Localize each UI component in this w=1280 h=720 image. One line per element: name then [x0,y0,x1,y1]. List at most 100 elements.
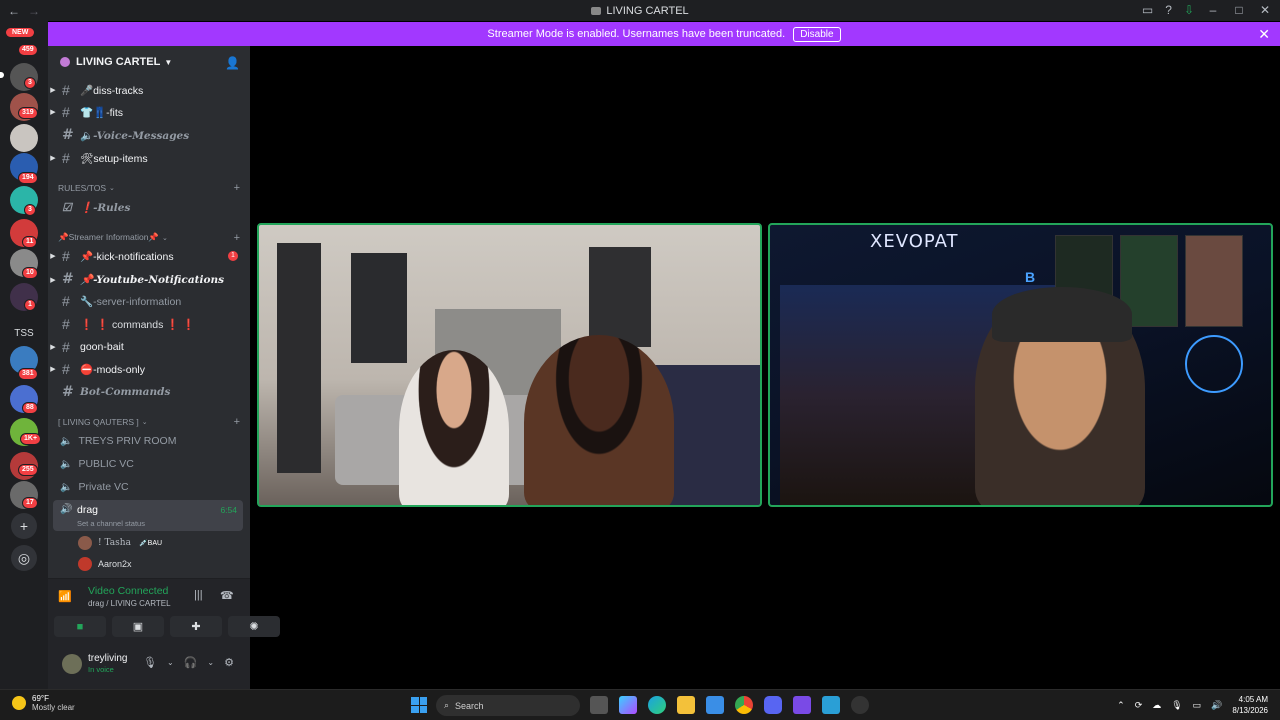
noise-suppression-icon[interactable]: ||| [194,589,203,601]
channel-item[interactable]: ▶ # goon-bait [48,337,250,357]
voice-channel[interactable]: 🔈 TREYS PRIV ROOM [60,435,176,447]
help-icon[interactable]: ? [1165,3,1172,17]
taskbar-search[interactable]: ⌕ Search [436,695,580,716]
disable-streamer-mode-button[interactable]: Disable [793,26,841,42]
channel-item[interactable]: ▶ # 👕👖-fits [48,102,250,122]
channel-item[interactable]: # ❗ ❗ commands ❗ ❗ [48,314,250,334]
photos-icon[interactable] [822,696,840,714]
category-living-quarters[interactable]: [ LIVING QAUTERS ] ⌄ + [58,416,240,428]
minimize-icon[interactable]: – [1206,3,1220,17]
channel-item[interactable]: ▶ # 📌-kick-notifications 1 [48,246,250,266]
sync-icon[interactable]: ⟳ [1135,700,1143,711]
obs-icon[interactable] [851,696,869,714]
download-icon[interactable]: ⇩ [1184,3,1194,17]
add-server-icon[interactable]: + [11,513,37,539]
server-icon[interactable] [10,124,38,152]
windows-start-icon[interactable] [411,697,427,713]
channel-name: Bot-Commands [80,386,171,398]
task-view-icon[interactable] [590,696,608,714]
copilot-icon[interactable] [619,696,637,714]
file-explorer-icon[interactable] [677,696,695,714]
app-grid-icon[interactable] [793,696,811,714]
disconnect-icon[interactable]: ☎ [220,589,234,602]
hash-icon: # [62,82,70,98]
channel-name: 📌-kick-notifications [80,250,174,263]
voice-status-subtitle[interactable]: drag / LIVING CARTEL [88,599,171,608]
voice-channel[interactable]: 🔈 PUBLIC VC [60,458,134,470]
channel-item[interactable]: ▶ # 🎤diss-tracks [48,80,250,100]
close-window-icon[interactable]: ✕ [1258,3,1272,17]
screen-share-button[interactable]: ▣ [112,616,164,637]
edge-icon[interactable] [648,696,666,714]
channel-item[interactable]: # 🔧-server-information [48,291,250,311]
video-tile[interactable] [257,223,762,507]
chevron-down-icon[interactable]: ⌄ [207,656,214,669]
network-icon[interactable]: ▭ [1193,700,1202,711]
banner-text: Streamer Mode is enabled. Usernames have… [487,28,786,40]
caret-icon: ▶ [50,366,56,373]
headphones-icon[interactable]: 🎧 [184,656,198,669]
channel-item[interactable]: ▶ # 📌-Youtube-Notifications [48,269,250,289]
unread-badge: 10 [22,267,38,279]
add-channel-icon[interactable]: + [234,416,240,428]
video-scene-window [589,247,651,347]
add-channel-icon[interactable]: + [234,232,240,244]
soundboard-button[interactable]: ✺ [228,616,280,637]
server-name: LIVING CARTEL [76,56,161,68]
add-channel-icon[interactable]: + [234,182,240,194]
activities-button[interactable]: ✚ [170,616,222,637]
gear-icon[interactable]: ⚙ [224,656,234,669]
clock-date: 8/13/2026 [1232,706,1268,715]
category-streamer-information[interactable]: 📌Streamer Information📌 ⌄ + [58,232,240,244]
video-scene-window [351,253,407,363]
microphone-icon[interactable]: 🎙 [1171,700,1182,711]
discord-icon[interactable] [764,696,782,714]
discover-icon[interactable]: ◎ [11,545,37,571]
forward-arrow-icon[interactable]: → [28,4,40,18]
server-icon-tss[interactable]: TSS [10,319,38,347]
voice-action-buttons: ■ ▣ ✚ ✺ [54,616,280,637]
inbox-icon[interactable]: ▭ [1142,3,1153,17]
channel-status-prompt[interactable]: Set a channel status [77,519,145,528]
weather-widget[interactable]: 69°F Mostly clear [12,694,75,712]
invite-people-icon[interactable]: 👤 [225,56,240,70]
volume-icon[interactable]: 🔊 [1211,700,1222,711]
channel-item[interactable]: # 🔈-Voice-Messages [48,125,250,145]
caret-icon: ▶ [50,253,56,260]
server-header[interactable]: LIVING CARTEL ▼ 👤 [48,46,250,78]
channel-item[interactable]: ▶ # 🛠setup-items [48,148,250,168]
avatar[interactable] [62,654,82,674]
voice-channel[interactable]: 🔈 Private VC [60,481,129,493]
chrome-icon[interactable] [735,696,753,714]
user-panel: treyliving In voice 🎙 ⌄ 🎧 ⌄ ⚙ [48,643,250,689]
title-bar: ← → LIVING CARTEL ▭ ? ⇩ – □ ✕ [0,0,1280,21]
channel-item[interactable]: # Bot-Commands [48,382,250,402]
cloud-icon[interactable]: ☁ [1152,700,1161,711]
system-tray: ⌃ ⟳ ☁ 🎙 ▭ 🔊 4:05 AM 8/13/2026 [1117,694,1268,716]
hash-icon: # [62,127,74,143]
clock[interactable]: 4:05 AM 8/13/2026 [1232,694,1268,716]
category-rules[interactable]: RULES/TOS ⌄ + [58,182,240,194]
maximize-icon[interactable]: □ [1232,3,1246,17]
voice-member[interactable]: Aaron2x [78,557,132,571]
member-name: Aaron2x [98,559,132,569]
channel-item[interactable]: ▶ # ⛔-mods-only [48,359,250,379]
video-scene-poster [1185,235,1243,327]
store-icon[interactable] [706,696,724,714]
chevron-up-icon[interactable]: ⌃ [1117,700,1125,711]
camera-button[interactable]: ■ [54,616,106,637]
channel-name: 🔧-server-information [80,295,182,308]
video-tile[interactable]: XEVOPAT B [768,223,1273,507]
chevron-down-icon[interactable]: ⌄ [167,656,174,669]
back-arrow-icon[interactable]: ← [8,4,20,18]
unread-badge: 194 [18,172,38,184]
voice-member[interactable]: ! Tasha 💉BAU [78,536,165,550]
new-badge[interactable]: NEW [6,28,35,37]
microphone-icon[interactable]: 🎙 [143,656,157,669]
unread-badge: 319 [18,107,38,119]
hash-icon: # [62,293,70,309]
active-voice-channel[interactable]: 🔊 drag Set a channel status 6:54 [53,500,243,531]
close-banner-icon[interactable]: ✕ [1258,26,1270,43]
channel-item[interactable]: ☑ ❗-Rules [48,197,250,217]
caret-icon: ▶ [50,109,56,116]
